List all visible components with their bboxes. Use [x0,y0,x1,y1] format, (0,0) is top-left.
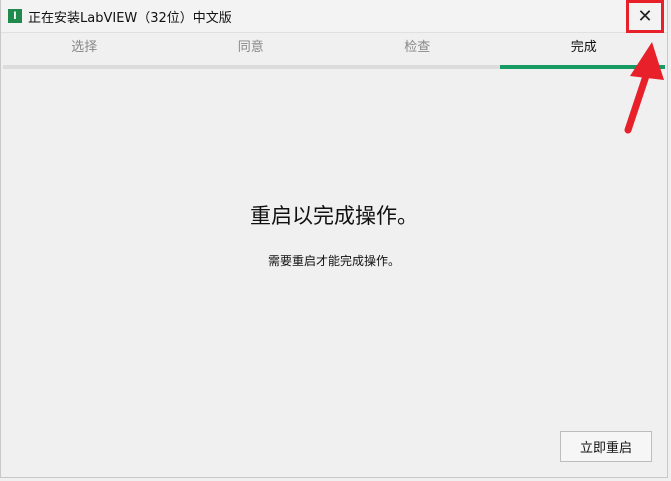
labview-logo-icon: l [8,9,22,23]
step-check: 检查 [404,40,431,55]
step-progress-fill [499,65,665,69]
step-finish: 完成 [570,40,597,55]
content: 重启以完成操作。 需要重启才能完成操作。 [1,200,667,269]
step-agree: 同意 [237,40,264,55]
restart-now-button[interactable]: 立即重启 [560,431,652,462]
installer-window: l 正在安装LabVIEW（32位）中文版 ✕ 选择 同意 检查 完成 重启以完… [0,0,668,478]
heading: 重启以完成操作。 [250,204,418,228]
close-button[interactable]: ✕ [626,0,664,33]
title-bar: l 正在安装LabVIEW（32位）中文版 [1,0,667,33]
step-progress-bar [3,65,665,69]
step-tabs: 选择 同意 检查 完成 [1,33,667,65]
step-select: 选择 [71,40,98,55]
message: 需要重启才能完成操作。 [267,254,400,268]
window-title: 正在安装LabVIEW（32位）中文版 [28,10,232,26]
